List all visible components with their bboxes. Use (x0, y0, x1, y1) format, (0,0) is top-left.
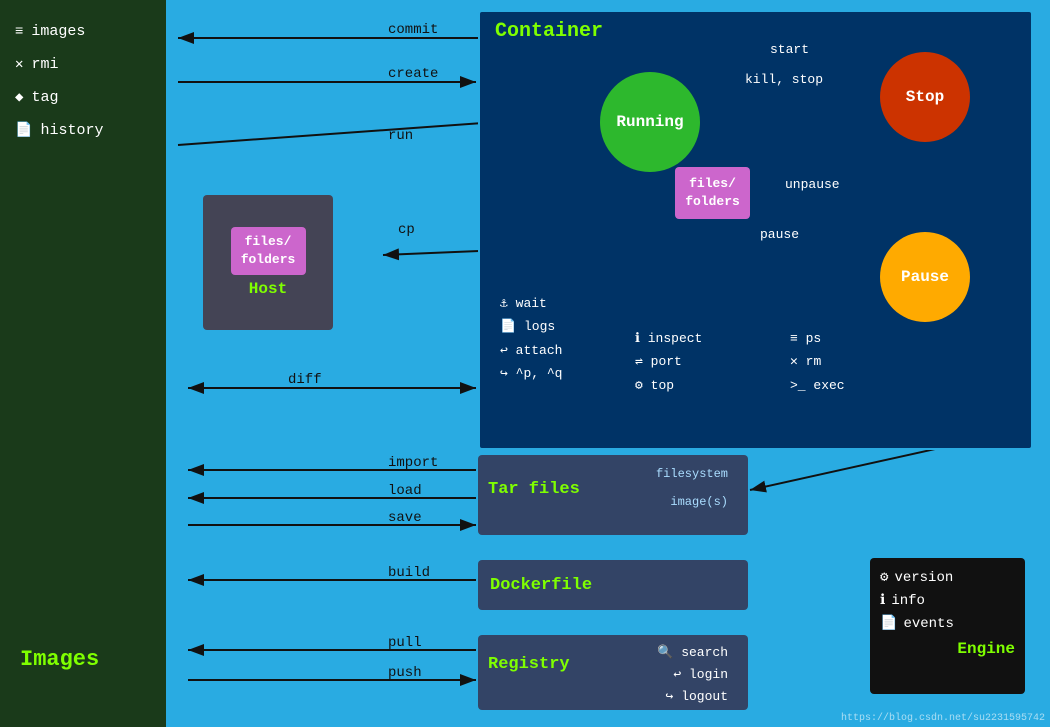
container-box: Container Running Stop Pause start kill,… (478, 10, 1033, 450)
host-label: Host (249, 280, 287, 298)
host-files-box: files/folders (231, 227, 306, 275)
diff-label: diff (288, 372, 322, 388)
x-icon: ✕ (15, 56, 23, 73)
run-label: run (388, 128, 413, 144)
commands-mid: ℹ inspect ⇌ port ⚙ top (635, 327, 702, 397)
registry-box: Registry 🔍 search ↩ login ↪ logout (478, 635, 748, 710)
registry-logout: ↪ logout (666, 689, 728, 704)
sidebar-item-rmi[interactable]: ✕ rmi (10, 48, 156, 81)
host-box: files/folders Host (203, 195, 333, 330)
pause-state: Pause (880, 232, 970, 322)
commands-left: ⚓ wait 📄 logs ↩ attach ↪ ^p, ^q (500, 292, 562, 386)
container-title: Container (480, 12, 1031, 51)
pause-label: pause (760, 227, 799, 242)
kill-stop-label: kill, stop (745, 72, 823, 87)
engine-version: ⚙ version (880, 566, 1015, 589)
gear-icon: ⚙ (880, 569, 888, 586)
sidebar: ≡ images ✕ rmi ◆ tag 📄 history Images (0, 0, 168, 727)
tag-icon: ◆ (15, 89, 23, 106)
push-label: push (388, 665, 422, 681)
engine-label: Engine (880, 640, 1015, 658)
sidebar-item-history[interactable]: 📄 history (10, 114, 156, 147)
sidebar-item-images[interactable]: ≡ images (10, 15, 156, 48)
engine-info: ℹ info (880, 589, 1015, 612)
load-label: load (388, 483, 422, 499)
list-icon: ≡ (15, 24, 23, 40)
engine-events: 📄 events (880, 612, 1015, 635)
dockerfile-box: Dockerfile (478, 560, 748, 610)
tar-sub1: filesystem (656, 467, 728, 481)
build-label: build (388, 565, 430, 581)
commit-label: commit (388, 22, 438, 38)
images-section-label: Images (10, 647, 156, 672)
main-area: commit create run diff import load save … (168, 0, 1050, 727)
tar-files-box: Tar files filesystem image(s) (478, 455, 748, 535)
stop-state: Stop (880, 52, 970, 142)
files-container-box: files/folders (675, 167, 750, 219)
registry-search: 🔍 search (657, 645, 728, 660)
cp-label: cp (398, 222, 415, 238)
doc-icon: 📄 (15, 122, 32, 139)
tar-sub2: image(s) (670, 495, 728, 509)
tar-title: Tar files (488, 480, 580, 499)
running-state: Running (600, 72, 700, 172)
info-icon: ℹ (880, 592, 885, 609)
dockerfile-title: Dockerfile (490, 576, 592, 595)
save-label: save (388, 510, 422, 526)
commands-right: ≡ ps ✕ rm >_ exec (790, 327, 845, 397)
watermark: https://blog.csdn.net/su2231595742 (841, 713, 1045, 724)
sidebar-item-tag[interactable]: ◆ tag (10, 81, 156, 114)
start-label: start (770, 42, 809, 57)
create-label: create (388, 66, 438, 82)
registry-login: ↩ login (673, 667, 728, 682)
unpause-label: unpause (785, 177, 840, 192)
registry-title: Registry (488, 655, 570, 674)
pull-label: pull (388, 635, 422, 651)
import-label: import (388, 455, 438, 471)
doc-icon2: 📄 (880, 615, 897, 632)
engine-box: ⚙ version ℹ info 📄 events Engine (870, 558, 1025, 694)
